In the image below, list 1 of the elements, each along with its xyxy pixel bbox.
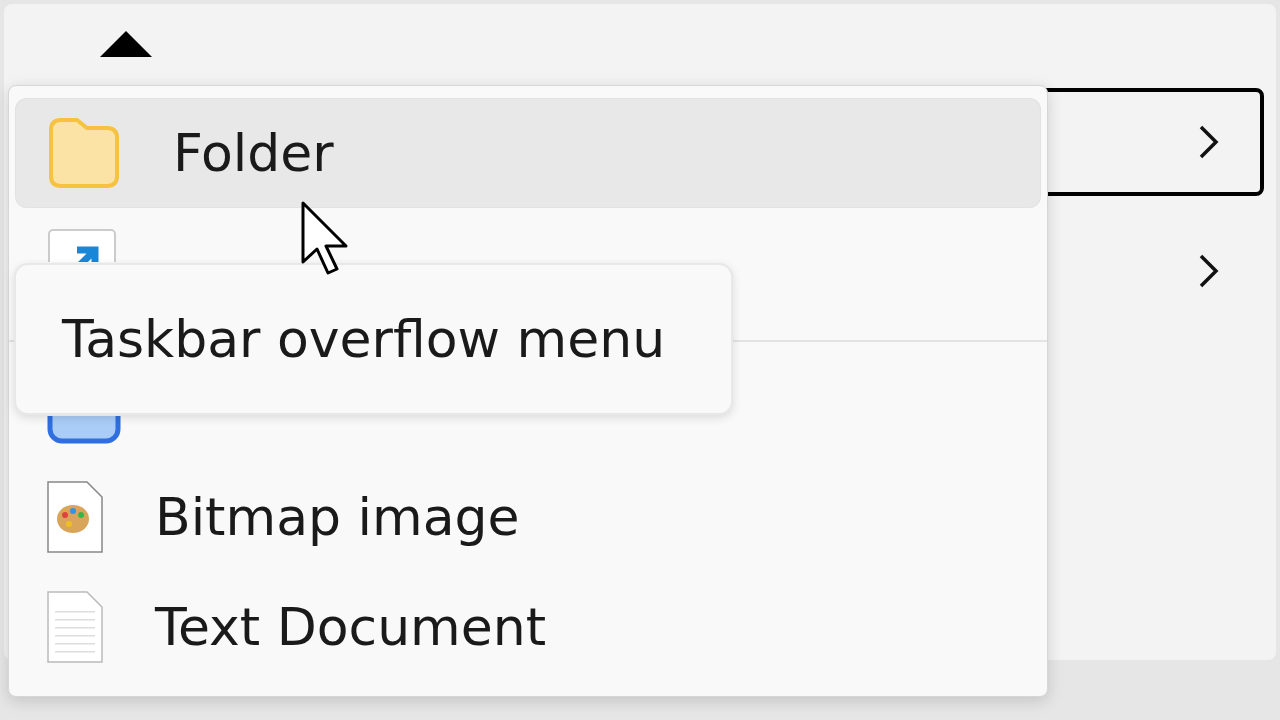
tooltip: Taskbar overflow menu: [14, 263, 733, 415]
